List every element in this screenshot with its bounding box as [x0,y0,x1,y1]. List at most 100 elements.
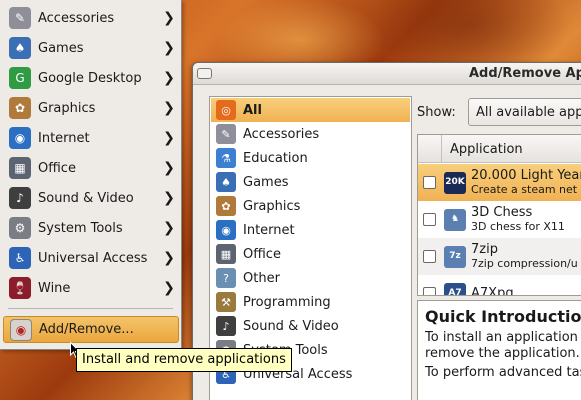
install-checkbox[interactable] [423,176,436,189]
chevron-right-icon: ❯ [163,190,175,206]
window-title: Add/Remove Ap [469,66,581,81]
quick-introduction-panel: Quick Introduction To install an applica… [417,300,581,400]
graphics-icon: ✿ [9,97,31,119]
chevron-right-icon: ❯ [163,100,175,116]
app-name: 20.000 Light Year [471,168,581,183]
app-text: A7Xpg [471,286,514,296]
app-description: 3D chess for X11 [471,220,565,233]
games-icon: ♠ [9,37,31,59]
education-icon: ⚗ [216,148,236,168]
intro-line: To install an application c [425,330,581,345]
20k-light-years-icon: 20K [444,171,466,194]
category-label: Graphics [243,198,301,214]
programming-icon: ⚒ [216,292,236,312]
menu-item-universal-access[interactable]: ♿ Universal Access ❯ [3,244,179,272]
header-check-column[interactable] [418,135,442,163]
menu-item-label: Add/Remove... [39,322,134,337]
add-remove-icon: ◉ [10,318,32,341]
chevron-right-icon: ❯ [163,10,175,26]
menu-item-label: Wine [38,280,71,296]
install-checkbox[interactable] [423,213,436,226]
intro-text: To install an application c remove the ap… [425,330,581,381]
sound-video-icon: ♪ [216,316,236,336]
applications-menu: ✎ Accessories ❯ ♠ Games ❯ G Google Desktop ❯ ✿ Gra… [0,0,182,350]
table-row[interactable]: A7 A7Xpg [418,275,581,296]
app-name: A7Xpg [471,286,514,296]
system-tools-icon: ⚙ [9,217,31,239]
games-icon: ♠ [216,172,236,192]
category-item-internet[interactable]: ◉ Internet [211,218,410,242]
window-titlebar[interactable]: Add/Remove Ap [193,63,581,85]
table-row[interactable]: 20K 20.000 Light Year Create a steam net [418,164,581,201]
menu-item-system-tools[interactable]: ⚙ System Tools ❯ [3,214,179,242]
category-label: Other [243,270,280,286]
chevron-right-icon: ❯ [163,220,175,236]
universal-access-icon: ♿ [9,247,31,269]
show-label: Show: [417,105,456,120]
menu-item-graphics[interactable]: ✿ Graphics ❯ [3,94,179,122]
category-label: Games [243,174,289,190]
app-description: Create a steam net [471,183,578,196]
window-menu-button[interactable] [197,68,212,79]
app-name: 3D Chess [471,205,533,220]
chevron-right-icon: ❯ [163,130,175,146]
chevron-right-icon: ❯ [163,250,175,266]
7zip-icon: 7z [444,245,466,268]
application-table[interactable]: Application 20K 20.000 Light Year Create a… [417,134,581,296]
category-item-accessories[interactable]: ✎ Accessories [211,122,410,146]
ubuntu-icon: ◎ [216,100,236,120]
category-item-other[interactable]: ? Other [211,266,410,290]
category-item-programming[interactable]: ⚒ Programming [211,290,410,314]
wine-icon: 🍷 [9,277,31,299]
menu-item-sound-video[interactable]: ♪ Sound & Video ❯ [3,184,179,212]
menu-item-games[interactable]: ♠ Games ❯ [3,34,179,62]
table-row[interactable]: 7z 7zip 7zip compression/u [418,238,581,275]
category-label: Sound & Video [243,318,339,334]
category-item-office[interactable]: ▦ Office [211,242,410,266]
menu-item-add-remove[interactable]: ◉ Add/Remove... [3,316,179,343]
menu-item-internet[interactable]: ◉ Internet ❯ [3,124,179,152]
menu-item-label: Accessories [38,10,115,26]
show-filter-combo[interactable]: All available applicat [468,98,581,126]
office-icon: ▦ [9,157,31,179]
intro-title: Quick Introduction [425,307,581,326]
menu-separator [8,308,173,309]
chevron-right-icon: ❯ [163,40,175,56]
menu-item-label: Internet [38,130,90,146]
menu-item-accessories[interactable]: ✎ Accessories ❯ [3,4,179,32]
category-item-games[interactable]: ♠ Games [211,170,410,194]
category-item-graphics[interactable]: ✿ Graphics [211,194,410,218]
google-desktop-icon: G [9,67,31,89]
graphics-icon: ✿ [216,196,236,216]
sound-video-icon: ♪ [9,187,31,209]
category-label: Internet [243,222,295,238]
menu-item-label: Sound & Video [38,190,134,206]
category-label: Education [243,150,308,166]
internet-icon: ◉ [9,127,31,149]
category-item-education[interactable]: ⚗ Education [211,146,410,170]
table-row[interactable]: ♞ 3D Chess 3D chess for X11 [418,201,581,238]
category-label: Programming [243,294,331,310]
menu-item-label: Graphics [38,100,96,116]
chevron-right-icon: ❯ [163,70,175,86]
header-application[interactable]: Application [450,142,523,157]
intro-line: To perform advanced tas [425,365,581,380]
app-description: 7zip compression/u [471,257,578,270]
install-checkbox[interactable] [423,250,436,263]
category-item-sound-video[interactable]: ♪ Sound & Video [211,314,410,338]
tooltip: Install and remove applications [76,348,292,372]
category-label: All [243,102,262,118]
accessories-icon: ✎ [216,124,236,144]
category-label: Accessories [243,126,320,142]
app-text: 3D Chess 3D chess for X11 [471,205,565,234]
install-checkbox[interactable] [423,287,436,295]
menu-item-office[interactable]: ▦ Office ❯ [3,154,179,182]
category-item-ubuntu[interactable]: ◎ All [211,98,410,122]
menu-item-google-desktop[interactable]: G Google Desktop ❯ [3,64,179,92]
a7xpg-icon: A7 [444,282,466,295]
app-text: 7zip 7zip compression/u [471,242,578,271]
menu-item-label: Universal Access [38,250,148,266]
other-icon: ? [216,268,236,288]
table-header: Application [418,135,581,163]
menu-item-wine[interactable]: 🍷 Wine ❯ [3,274,179,302]
